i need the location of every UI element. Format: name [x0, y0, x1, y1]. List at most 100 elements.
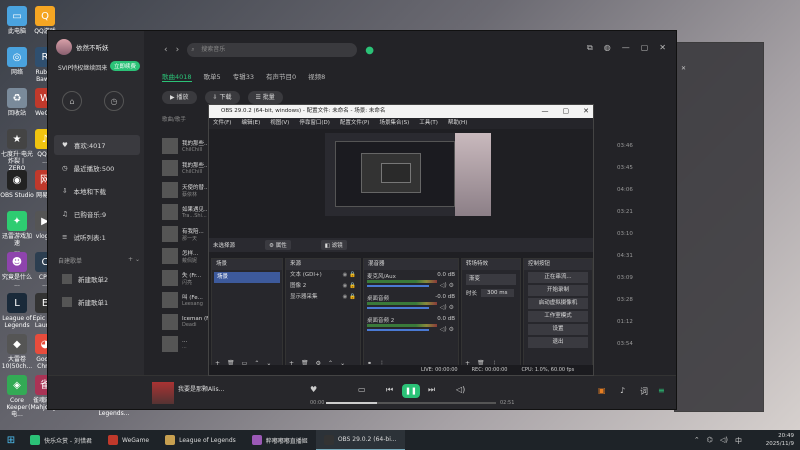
obs-menu-item[interactable]: 停靠窗口(D) [299, 118, 330, 129]
volume-icon[interactable]: ◁) [456, 385, 465, 394]
taskbar-item[interactable]: WeGame [100, 430, 157, 450]
song-cover [162, 292, 178, 308]
back-icon[interactable]: ‹ [164, 45, 168, 55]
forward-icon[interactable]: › [176, 45, 180, 55]
home-icon[interactable]: ⌂ [62, 91, 82, 111]
close-icon[interactable]: ✕ [659, 43, 666, 53]
song-duration: 03:54 [617, 341, 633, 347]
quality-icon[interactable]: ▣ [598, 386, 606, 395]
ime-icon[interactable]: 中 [735, 436, 742, 446]
mute-icon[interactable]: ◁) ⚙ [440, 326, 454, 333]
queue-icon[interactable]: ≡ [658, 386, 665, 395]
volume-slider[interactable] [367, 285, 429, 287]
start-icon[interactable]: ⊞ [0, 430, 22, 450]
control-button[interactable]: 启动虚拟摄像机 [528, 298, 588, 309]
previous-icon[interactable]: ⏮ [386, 385, 393, 395]
visibility-lock-icon[interactable]: ◉ 🔒 [343, 281, 356, 292]
clock[interactable]: 20:49 2025/11/9 [766, 432, 794, 448]
maximize-icon[interactable]: ▢ [641, 43, 649, 53]
play-all-button[interactable]: ▶ 播放 [162, 91, 197, 104]
user-profile[interactable]: 依然不听妖 [56, 39, 109, 55]
mute-icon[interactable]: ◁) ⚙ [440, 282, 454, 289]
playlist-item[interactable]: 新建歌单1 [54, 292, 140, 312]
tab[interactable]: 有声节目0 [266, 71, 296, 82]
obs-maximize-icon[interactable]: ▢ [563, 105, 570, 118]
obs-menu-item[interactable]: 帮助(H) [448, 118, 467, 129]
obs-close-icon[interactable]: ✕ [583, 105, 589, 118]
minimize-icon[interactable]: — [622, 43, 630, 53]
sidebar-item[interactable]: ♫ 已购音乐:9 [54, 204, 140, 224]
scene-item[interactable]: 场景 [214, 272, 280, 283]
batch-button[interactable]: ☰ 批量 [247, 91, 283, 104]
now-playing-title[interactable]: 我要是那颗Alis... [178, 384, 224, 393]
volume-slider[interactable] [367, 329, 429, 331]
next-icon[interactable]: ⏭ [428, 385, 435, 395]
obs-preview[interactable] [325, 133, 491, 216]
obs-minimize-icon[interactable]: — [542, 105, 549, 118]
desktop-label: Legends... [98, 410, 130, 417]
mute-icon[interactable]: ◁) ⚙ [440, 304, 454, 311]
obs-menu-item[interactable]: 文件(F) [213, 118, 231, 129]
control-button[interactable]: 退出 [528, 337, 588, 348]
sidebar-item[interactable]: ◷ 最近播放:500 [54, 158, 140, 178]
like-icon[interactable]: ♥ [310, 385, 317, 394]
taskbar-app-icon [107, 435, 118, 445]
control-button[interactable]: 设置 [528, 324, 588, 335]
song-cover [162, 138, 178, 154]
obs-menu-item[interactable]: 工具(T) [419, 118, 438, 129]
control-button[interactable]: 开始录制 [528, 285, 588, 296]
obs-menu-item[interactable]: 场景集合(S) [379, 118, 409, 129]
sidebar-item[interactable]: ≡ 试听列表:1 [54, 227, 140, 247]
tab[interactable]: 视频8 [308, 71, 325, 82]
speaker-icon[interactable]: ◁) [720, 436, 728, 446]
source-item[interactable]: 文本 (GDI+) ◉ 🔒 [286, 270, 360, 281]
taskbar-item[interactable]: OBS 29.0.2 (64-bi... [315, 430, 405, 450]
taskbar-item[interactable]: League of Legends [157, 430, 244, 450]
download-button[interactable]: ⇩ 下载 [204, 91, 240, 104]
properties-button[interactable]: ⚙ 属性 [265, 240, 291, 250]
pause-button[interactable]: ❚❚ [402, 384, 420, 398]
effects-icon[interactable]: ♪ [620, 386, 625, 395]
add-playlist-icon[interactable]: + ⌄ [128, 256, 140, 265]
music-logo-icon[interactable]: ● [365, 45, 374, 56]
taskbar-item[interactable]: 粹嘟嘟嘟直播姬 [244, 430, 316, 450]
obs-menu-item[interactable]: 视图(V) [270, 118, 289, 129]
lyrics-icon[interactable]: 词 [640, 386, 648, 397]
now-playing-cover[interactable] [152, 382, 174, 404]
visibility-lock-icon[interactable]: ◉ 🔒 [343, 292, 356, 303]
sidebar-item[interactable]: ♥ 喜欢:4017 [54, 135, 140, 155]
control-button[interactable]: 正在串流... [528, 272, 588, 283]
network-icon[interactable]: ⌬ [707, 436, 713, 446]
sidebar-item[interactable]: ⇩ 本地和下载 [54, 181, 140, 201]
tab[interactable]: 专辑33 [233, 71, 254, 82]
volume-slider[interactable] [367, 307, 429, 309]
tab[interactable]: 歌单5 [204, 71, 221, 82]
visibility-lock-icon[interactable]: ◉ 🔒 [343, 270, 356, 281]
playlist-item[interactable]: 新建歌单2 [54, 269, 140, 289]
filters-button[interactable]: ◧ 滤镜 [320, 240, 347, 250]
search-input[interactable]: ⌕ 搜索音乐 [187, 43, 358, 57]
song-cover [162, 314, 178, 330]
playlist-mode-icon[interactable]: ▭ [358, 385, 366, 394]
tab[interactable]: 歌曲4018 [162, 71, 192, 82]
song-duration: 04:31 [617, 253, 633, 259]
controls-panel: 控制按钮 正在串流... 开始录制 启动虚拟摄像机 工作室模式 设置 退出 [523, 258, 593, 370]
tray-expand-icon[interactable]: ⌃ [694, 436, 700, 446]
playlist-cover-icon [62, 274, 72, 284]
source-item[interactable]: 图像 2 ◉ 🔒 [286, 281, 360, 292]
transition-duration-input[interactable]: 300 ms [481, 289, 514, 297]
mini-mode-icon[interactable]: ⧉ [587, 43, 593, 53]
column-header: 歌曲/歌手 [162, 117, 186, 123]
obs-menu-item[interactable]: 编辑(E) [241, 118, 260, 129]
discover-icon[interactable]: ◷ [104, 91, 124, 111]
song-duration: 03:09 [617, 275, 633, 281]
progress-bar[interactable] [326, 402, 496, 404]
avatar[interactable] [56, 39, 72, 55]
obs-menu-item[interactable]: 配置文件(P) [340, 118, 370, 129]
vip-renew-button[interactable]: 立即续费 [110, 61, 141, 71]
control-button[interactable]: 工作室模式 [528, 311, 588, 322]
source-item[interactable]: 显示器采集 ◉ 🔒 [286, 292, 360, 303]
skin-button-icon[interactable]: ◍ [604, 43, 611, 53]
taskbar-item[interactable]: 快乐众赏 - 刘惜君 [22, 430, 100, 450]
transition-select[interactable]: 渐变 [466, 274, 516, 285]
